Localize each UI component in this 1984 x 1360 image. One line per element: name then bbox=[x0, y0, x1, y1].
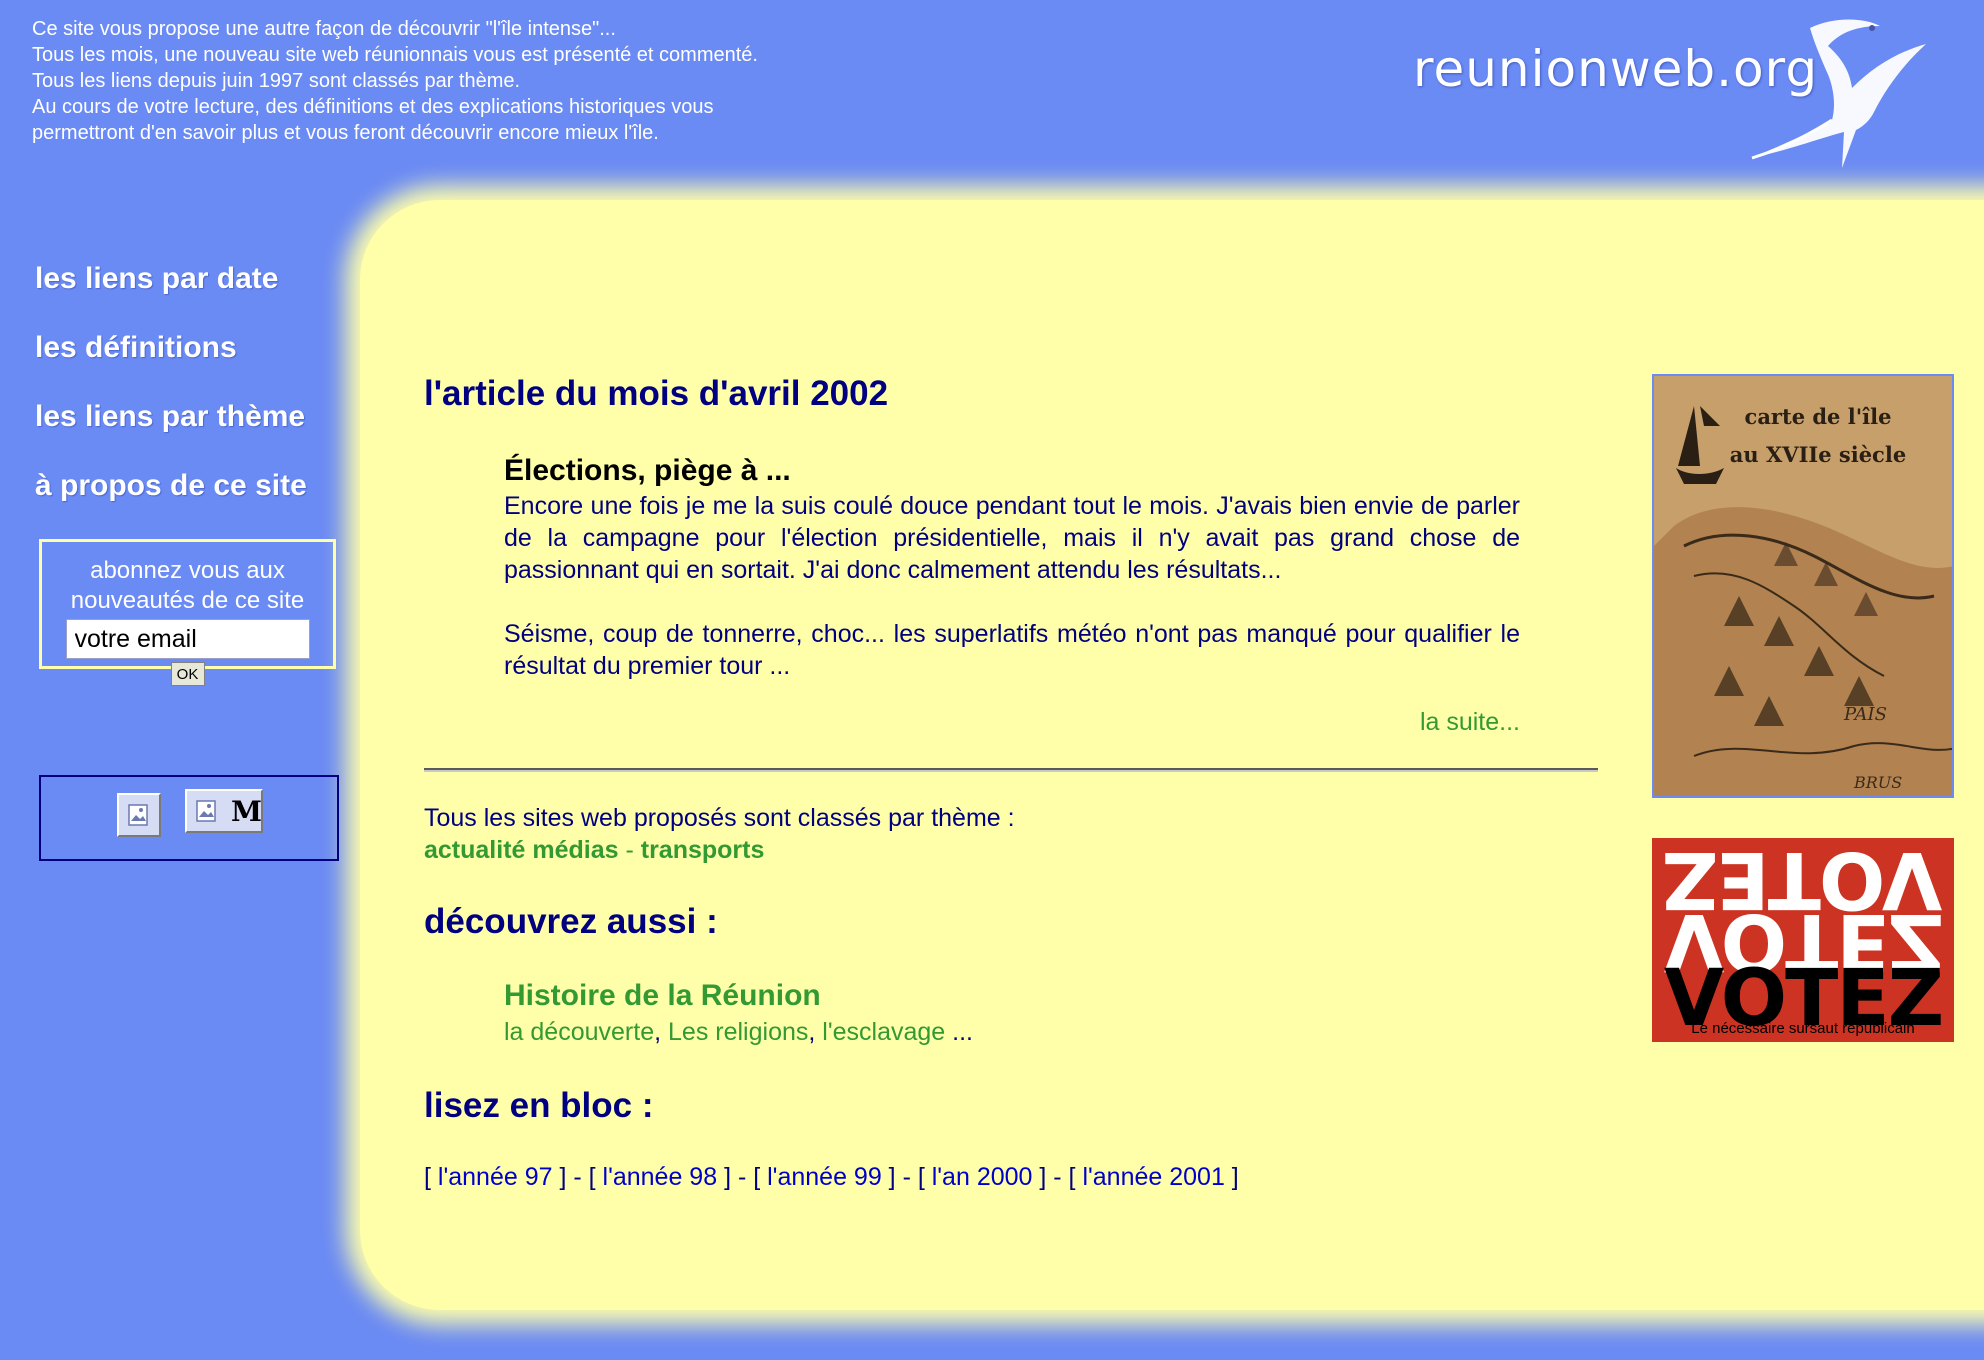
bracket-between: ] - [ bbox=[552, 1163, 603, 1191]
history-links: la découverte, Les religions, l'esclavag… bbox=[504, 1016, 973, 1048]
article-paragraph: Séisme, coup de tonnerre, choc... les su… bbox=[504, 620, 1520, 680]
article-paragraph: Encore une fois je me la suis coulé douc… bbox=[504, 492, 1520, 584]
history-link-religions[interactable]: Les religions bbox=[668, 1018, 808, 1046]
ellipsis: ... bbox=[945, 1018, 973, 1046]
tropicbird-logo-icon bbox=[1751, 19, 1926, 168]
read-heading: lisez en bloc : bbox=[424, 1086, 654, 1125]
nav-item-links-by-theme: les liens par thème bbox=[35, 400, 307, 469]
map-label-2: BRUS bbox=[1853, 773, 1902, 792]
year-link-97[interactable]: l'année 97 bbox=[438, 1163, 553, 1191]
historic-map-image[interactable]: PAIS BRUS carte de l'île au XVIIe siècle bbox=[1652, 374, 1954, 798]
image-placeholder-m-button[interactable]: M bbox=[185, 789, 263, 833]
article-title: Élections, piège à ... bbox=[504, 454, 791, 487]
email-input[interactable] bbox=[65, 619, 310, 659]
comma-separator: , bbox=[808, 1018, 823, 1046]
nav-link-about[interactable]: à propos de ce site bbox=[35, 469, 307, 502]
subscribe-ok-button[interactable]: OK bbox=[170, 662, 205, 686]
map-title: carte de l'île au XVIIe siècle bbox=[1654, 398, 1952, 474]
nav-link-links-by-theme[interactable]: les liens par thème bbox=[35, 400, 305, 433]
intro-line: Ce site vous propose une autre façon de … bbox=[32, 18, 616, 40]
nav-link-definitions[interactable]: les définitions bbox=[35, 331, 237, 364]
nav-link-links-by-date[interactable]: les liens par date bbox=[35, 262, 278, 295]
article-heading: l'article du mois d'avril 2002 bbox=[424, 374, 889, 413]
main-nav: les liens par date les définitions les l… bbox=[35, 262, 307, 538]
history-title-link[interactable]: Histoire de la Réunion bbox=[504, 976, 973, 1016]
nav-item-about: à propos de ce site bbox=[35, 469, 307, 538]
bracket-between: ] - [ bbox=[881, 1163, 932, 1191]
bracket-between: ] - [ bbox=[1032, 1163, 1083, 1191]
map-label: PAIS bbox=[1843, 704, 1887, 725]
themes-section: Tous les sites web proposés sont classés… bbox=[424, 802, 1015, 866]
year-link-2001[interactable]: l'année 2001 bbox=[1082, 1163, 1224, 1191]
m-letter-label: M bbox=[231, 795, 262, 828]
theme-link-actualite-medias[interactable]: actualité médias bbox=[424, 836, 619, 864]
history-block: Histoire de la Réunion la découverte, Le… bbox=[504, 976, 973, 1048]
year-link-98[interactable]: l'année 98 bbox=[603, 1163, 718, 1191]
map-title-line: carte de l'île bbox=[1744, 404, 1892, 429]
theme-link-transports[interactable]: transports bbox=[641, 836, 765, 864]
broken-image-icon bbox=[128, 804, 148, 826]
votez-poster[interactable]: VOTEZ VOTEZ VOTEZ Le nécessaire sursaut … bbox=[1652, 838, 1954, 1042]
intro-line: Au cours de votre lecture, des définitio… bbox=[32, 96, 714, 118]
broken-image-icon bbox=[196, 800, 216, 822]
theme-separator: - bbox=[618, 836, 641, 864]
history-link-esclavage[interactable]: l'esclavage bbox=[822, 1018, 945, 1046]
year-links: [ l'année 97 ] - [ l'année 98 ] - [ l'an… bbox=[424, 1163, 1239, 1192]
map-title-line: au XVIIe siècle bbox=[1729, 442, 1907, 467]
read-more-link[interactable]: la suite... bbox=[1420, 708, 1520, 737]
year-link-2000[interactable]: l'an 2000 bbox=[932, 1163, 1033, 1191]
intro-line: Tous les liens depuis juin 1997 sont cla… bbox=[32, 70, 521, 92]
subscribe-label: abonnez vous aux nouveautés de ce site bbox=[42, 556, 333, 616]
bracket-between: ] - [ bbox=[717, 1163, 768, 1191]
comma-separator: , bbox=[654, 1018, 669, 1046]
image-buttons-box: M bbox=[39, 775, 339, 861]
subscribe-label-line: abonnez vous aux bbox=[90, 557, 285, 584]
nav-item-links-by-date: les liens par date bbox=[35, 262, 307, 331]
themes-intro: Tous les sites web proposés sont classés… bbox=[424, 804, 1015, 832]
article-block: Élections, piège à ... Encore une fois j… bbox=[504, 452, 1520, 736]
subscribe-box: abonnez vous aux nouveautés de ce site O… bbox=[39, 539, 336, 686]
image-placeholder-button[interactable] bbox=[117, 793, 161, 837]
bracket-close: ] bbox=[1224, 1163, 1239, 1191]
intro-text: Ce site vous propose une autre façon de … bbox=[32, 16, 832, 146]
bracket-open: [ bbox=[424, 1163, 438, 1191]
intro-line: permettront d'en savoir plus et vous fer… bbox=[32, 122, 659, 144]
year-link-99[interactable]: l'année 99 bbox=[767, 1163, 882, 1191]
intro-line: Tous les mois, une nouveau site web réun… bbox=[32, 44, 758, 66]
history-link-decouverte[interactable]: la découverte bbox=[504, 1018, 654, 1046]
subscribe-label-line: nouveautés de ce site bbox=[70, 587, 305, 614]
divider bbox=[424, 768, 1598, 772]
nav-item-definitions: les définitions bbox=[35, 331, 307, 400]
poster-subtitle: Le nécessaire sursaut républicain bbox=[1691, 1020, 1915, 1037]
discover-heading: découvrez aussi : bbox=[424, 902, 718, 941]
